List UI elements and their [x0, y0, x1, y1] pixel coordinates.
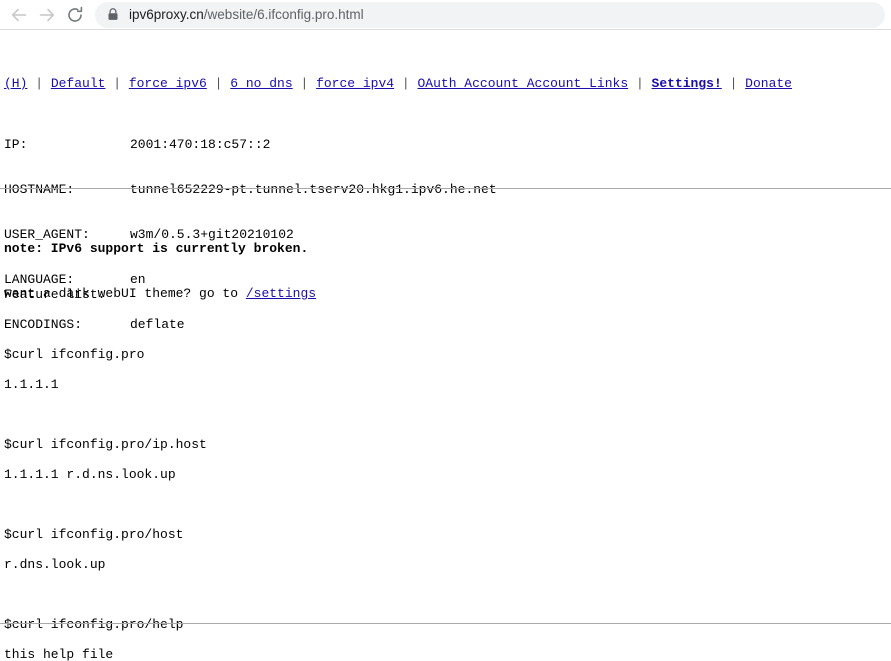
feature-command: $curl ifconfig.pro [4, 347, 145, 362]
table-row: IP: 2001:470:18:c57::2 [4, 137, 497, 152]
reload-button[interactable] [61, 1, 89, 29]
url-text: ipv6proxy.cn/website/6.ifconfig.pro.html [129, 7, 364, 23]
divider-bottom [0, 623, 891, 624]
feature-output: 1.1.1.1 r.d.ns.look.up [4, 467, 176, 482]
info-value: 2001:470:18:c57::2 [130, 137, 271, 152]
page-content: (H) | Default | force ipv6 | 6 no dns | … [0, 30, 891, 661]
nav-link-h[interactable]: (H) [4, 76, 27, 91]
nav-separator: | [628, 76, 652, 91]
divider-top [0, 188, 891, 189]
info-key: HOSTNAME: [4, 182, 75, 197]
site-nav-links: (H) | Default | force ipv6 | 6 no dns | … [4, 76, 792, 91]
feature-command: $curl ifconfig.pro/help [4, 617, 184, 632]
feature-list-heading: Feature list: [4, 287, 106, 302]
info-value: tunnel652229-pt.tunnel.tserv20.hkg1.ipv6… [130, 182, 497, 197]
nav-link-force-ipv4[interactable]: force ipv4 [316, 76, 394, 91]
address-bar[interactable]: ipv6proxy.cn/website/6.ifconfig.pro.html [95, 1, 885, 28]
url-host: ipv6proxy.cn [129, 6, 204, 22]
nav-separator: | [394, 76, 418, 91]
nav-separator: | [105, 76, 129, 91]
nav-link-settings[interactable]: Settings! [652, 76, 722, 91]
nav-link-force-ipv6[interactable]: force ipv6 [129, 76, 207, 91]
lock-icon [105, 7, 121, 23]
nav-separator: | [292, 76, 317, 91]
arrow-right-icon [37, 5, 57, 25]
arrow-left-icon [9, 5, 29, 25]
nav-separator: | [206, 76, 231, 91]
nav-link-donate[interactable]: Donate [745, 76, 792, 91]
url-path: /website/6.ifconfig.pro.html [203, 6, 364, 22]
feature-command: $curl ifconfig.pro/ip.host [4, 437, 207, 452]
nav-link-default[interactable]: Default [51, 76, 106, 91]
nav-separator: | [27, 76, 51, 91]
nav-separator: | [721, 76, 746, 91]
reload-icon [65, 5, 85, 25]
table-row: HOSTNAME: tunnel652229-pt.tunnel.tserv20.… [4, 182, 497, 197]
nav-link-6-no-dns[interactable]: 6 no dns [230, 76, 292, 91]
back-button[interactable] [5, 1, 33, 29]
footer: referral links: GeekStorage - WebHosting… [4, 647, 683, 661]
feature-output: 1.1.1.1 [4, 377, 59, 392]
nav-link-oauth-account-links[interactable]: OAuth Account Account Links [418, 76, 629, 91]
note-top-line1: note: IPv6 support is currently broken. [4, 241, 309, 256]
feature-list: Feature list: $curl ifconfig.pro 1.1.1.1… [4, 272, 308, 661]
info-key: IP: [4, 137, 28, 152]
feature-command: $curl ifconfig.pro/host [4, 527, 184, 542]
browser-toolbar: ipv6proxy.cn/website/6.ifconfig.pro.html [0, 0, 891, 30]
feature-output: r.dns.look.up [4, 557, 106, 572]
forward-button[interactable] [33, 1, 61, 29]
